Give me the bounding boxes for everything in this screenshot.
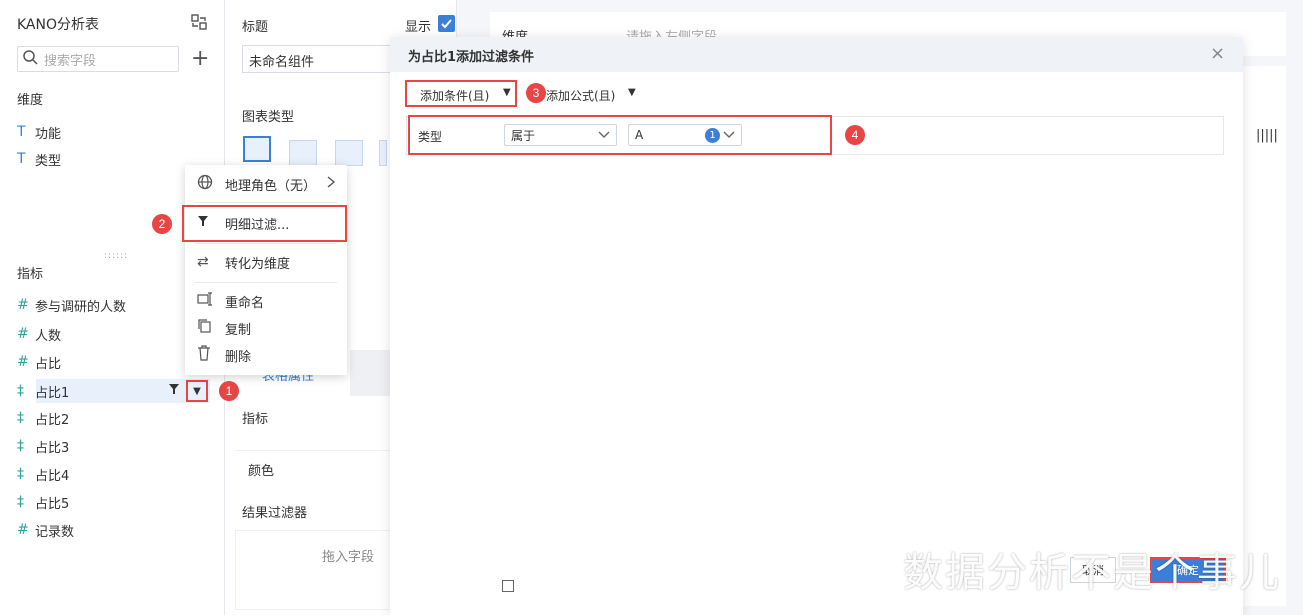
text-type-icon: T	[17, 124, 26, 140]
dimension-item[interactable]: T 功能	[17, 121, 61, 143]
add-field-icon[interactable]: +	[191, 48, 209, 70]
title-label: 标题	[242, 20, 269, 35]
result-filter-label: 结果过滤器	[242, 506, 308, 521]
condition-highlight	[408, 115, 832, 155]
menu-divider	[195, 202, 337, 203]
text-type-icon: T	[17, 151, 26, 167]
close-icon[interactable]: ×	[1210, 43, 1225, 64]
value-select[interactable]: A 1	[628, 124, 742, 146]
search-input[interactable]: 搜索字段	[44, 50, 96, 69]
chart-type-label: 图表类型	[242, 110, 295, 125]
dialog-header: 为占比1添加过滤条件 ×	[390, 37, 1243, 72]
field-context-menu: 地理角色（无） 明细过滤... ⇄ 转化为维度 重命名 复制 删除	[185, 165, 347, 375]
number-type-icon: #	[17, 297, 29, 313]
search-icon	[22, 49, 44, 69]
number-type-icon: #	[17, 522, 29, 538]
drop-field-hint: 拖入字段	[322, 550, 375, 565]
menu-item-geo-role[interactable]: 地理角色（无）	[185, 170, 347, 198]
style-tab[interactable]	[350, 350, 390, 396]
detail-filter-highlight	[182, 205, 347, 242]
step-badge: 3	[526, 83, 546, 103]
metric-item[interactable]: ‡ 占比2	[17, 407, 69, 429]
menu-item-copy[interactable]: 复制	[185, 314, 347, 342]
filter-dialog: 为占比1添加过滤条件 × 添加条件(且) ▼ 添加公式(且) ▼ 类型 属于 A…	[390, 37, 1243, 615]
metric-section-title: 指标	[17, 267, 44, 282]
condition-field-label: 类型	[418, 130, 443, 144]
caret-down-icon[interactable]: ▼	[628, 87, 636, 98]
field-dropdown-button[interactable]: ▼	[186, 380, 208, 402]
number-type-icon: #	[17, 354, 29, 370]
trash-icon	[197, 345, 225, 365]
number-type-icon: ‡	[17, 410, 24, 426]
rename-icon	[197, 292, 225, 310]
step-badge: 4	[845, 125, 865, 145]
caret-down-icon[interactable]: ▼	[503, 87, 511, 98]
add-condition-button[interactable]: 添加条件(且)	[420, 87, 489, 104]
metric-config-label: 指标	[242, 412, 269, 427]
menu-divider	[195, 282, 337, 283]
globe-icon	[197, 174, 225, 194]
filter-icon	[168, 382, 180, 400]
swap-icon: ⇄	[197, 254, 209, 270]
watermark-text: 数据分析不是个事儿	[903, 550, 1281, 596]
search-box[interactable]: 搜索字段	[17, 46, 179, 72]
menu-item-rename[interactable]: 重命名	[185, 287, 347, 315]
operator-select[interactable]: 属于	[504, 124, 617, 146]
menu-divider	[195, 243, 337, 244]
metric-item[interactable]: # 参与调研的人数	[17, 294, 126, 316]
number-type-icon: #	[17, 326, 29, 342]
barcode-icon: |||||	[1256, 128, 1278, 143]
show-label: 显示	[405, 20, 432, 35]
dialog-checkbox[interactable]	[502, 580, 514, 592]
number-type-icon: ‡	[17, 494, 24, 510]
show-checkbox[interactable]	[438, 15, 455, 32]
switch-dataset-icon[interactable]	[190, 13, 208, 31]
chart-type-cross-table[interactable]	[289, 140, 317, 166]
step-badge: 2	[152, 214, 172, 234]
dimension-item[interactable]: T 类型	[17, 148, 61, 170]
metric-item-selected[interactable]: ‡ 占比1	[17, 380, 69, 402]
step-badge: 1	[219, 381, 239, 401]
copy-icon	[197, 318, 225, 338]
number-type-icon: ‡	[17, 466, 24, 482]
caret-down-icon: ▼	[193, 385, 201, 397]
selected-count-badge: 1	[705, 128, 720, 143]
color-label: 颜色	[248, 464, 275, 479]
dialog-title: 为占比1添加过滤条件	[408, 50, 535, 65]
resize-handle[interactable]: ::::::	[104, 251, 128, 261]
chart-type-detail-table[interactable]	[335, 140, 363, 166]
number-type-icon: ‡	[17, 438, 24, 454]
metric-item[interactable]: ‡ 占比4	[17, 463, 69, 485]
add-formula-button[interactable]: 添加公式(且)	[546, 87, 615, 104]
metric-item[interactable]: # 人数	[17, 323, 61, 345]
dataset-title: KANO分析表	[17, 17, 100, 33]
chevron-down-icon	[598, 128, 610, 143]
chart-type-partial[interactable]	[379, 140, 387, 166]
metric-item[interactable]: ‡ 占比3	[17, 435, 69, 457]
number-type-icon: ‡	[17, 383, 24, 399]
metric-item[interactable]: # 记录数	[17, 519, 74, 541]
metric-item[interactable]: # 占比	[17, 351, 61, 373]
metric-item[interactable]: ‡ 占比5	[17, 491, 69, 513]
chart-type-table[interactable]	[243, 136, 271, 162]
menu-item-delete[interactable]: 删除	[185, 341, 347, 369]
chevron-down-icon	[723, 128, 735, 143]
chevron-right-icon	[326, 175, 336, 193]
menu-item-convert-dimension[interactable]: ⇄ 转化为维度	[185, 248, 347, 276]
dimension-section-title: 维度	[17, 93, 44, 108]
